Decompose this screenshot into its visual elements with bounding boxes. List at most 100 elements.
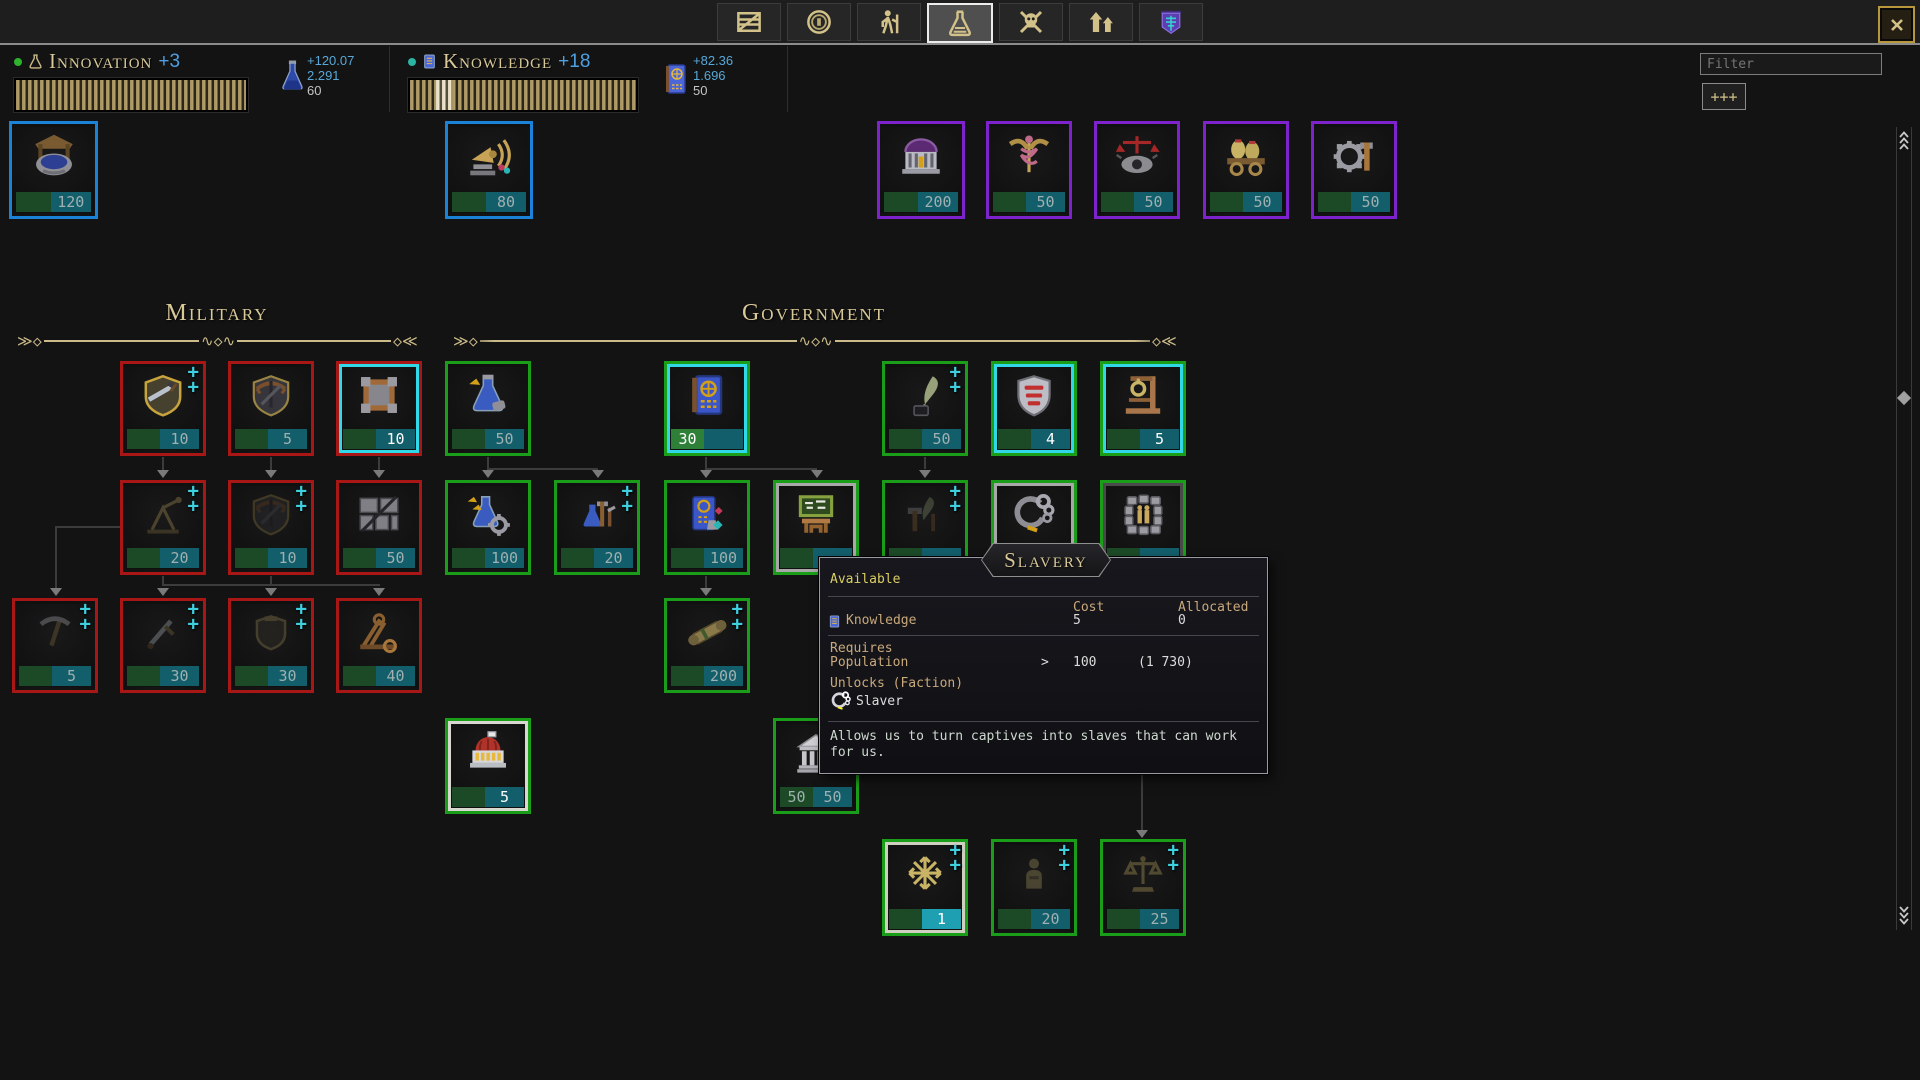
cost-value-segment: 5 — [485, 787, 524, 807]
cost-value-segment: 10 — [160, 429, 199, 449]
toolbar-button-advancement[interactable] — [1069, 3, 1133, 41]
allocate-plus-icon[interactable]: ++ — [80, 602, 91, 632]
allocate-plus-icon[interactable]: ++ — [732, 602, 743, 632]
tech-node-codified-law[interactable]: 30 — [664, 361, 750, 456]
expand-all-button[interactable]: +++ — [1702, 83, 1746, 110]
tech-node-writing[interactable]: ++ 50 — [882, 361, 968, 456]
requirement-value: 100 — [1073, 655, 1096, 670]
connector-arrow — [157, 588, 169, 596]
allocate-plus-icon[interactable]: ++ — [1059, 843, 1070, 873]
knowledge-stock: 1.696 — [693, 68, 733, 83]
tech-node-shield-sword[interactable]: ++ 10 — [120, 361, 206, 456]
decrees-icon — [682, 607, 732, 657]
toolbar-button-military[interactable] — [999, 3, 1063, 41]
tech-node-shield[interactable]: ++ 30 — [228, 598, 314, 693]
triple-chevron-down-icon[interactable] — [1897, 905, 1911, 927]
section-ornament: ∿◇∿ — [199, 331, 237, 351]
knowledge-per-turn: +82.36 — [693, 53, 733, 68]
tech-node-stone-wall[interactable]: 50 — [336, 480, 422, 575]
requirement-op: > — [1041, 655, 1049, 670]
handcuffs-icon — [828, 689, 854, 713]
traveler-icon — [874, 7, 904, 37]
triple-chevron-up-icon[interactable] — [1897, 129, 1911, 151]
allocate-plus-icon[interactable]: ++ — [188, 602, 199, 632]
alchemy-icon — [463, 370, 513, 420]
tech-node-decrees[interactable]: ++200 — [664, 598, 750, 693]
filter-input[interactable] — [1700, 53, 1882, 75]
tech-node-taxation[interactable]: ++25 — [1100, 839, 1186, 936]
allocate-plus-icon[interactable]: ++ — [950, 484, 961, 514]
tech-node-executions[interactable]: 5 — [1100, 361, 1186, 456]
cost-value-segment: 5 — [52, 666, 91, 686]
tech-node-horn[interactable]: 80 — [445, 121, 533, 219]
connector-arrow — [811, 470, 823, 478]
tech-node-capitol[interactable]: 5 — [445, 718, 531, 814]
allocate-plus-icon[interactable]: ++ — [296, 602, 307, 632]
close-button[interactable] — [1878, 6, 1915, 43]
cost-bar: 30 — [671, 429, 743, 449]
cost-allocated-segment — [343, 429, 376, 449]
caduceus-icon — [1004, 130, 1054, 180]
tech-node-heraldry[interactable]: 4 — [991, 361, 1077, 456]
cost-bar: 30 — [127, 666, 199, 686]
allocate-plus-icon[interactable]: ++ — [1168, 843, 1179, 873]
tech-node-catapult[interactable]: 40 — [336, 598, 422, 693]
cart-icon — [1221, 130, 1271, 180]
cost-allocated-segment — [452, 429, 485, 449]
tooltip-description: Allows us to turn captives into slaves t… — [830, 729, 1257, 761]
imprisonment-icon — [1118, 489, 1168, 539]
tech-node-sword[interactable]: ++ 30 — [120, 598, 206, 693]
connector-line — [55, 526, 57, 588]
tech-node-cart[interactable]: 50 — [1203, 121, 1289, 219]
toolbar-button-economy[interactable] — [787, 3, 851, 41]
allocate-plus-icon[interactable]: ++ — [950, 843, 961, 873]
cost-bar: 100 — [671, 548, 743, 568]
tech-node-festival[interactable]: ++1 — [882, 839, 968, 936]
knowledge-cap: 50 — [693, 83, 733, 98]
cost-value-segment: 50 — [922, 429, 961, 449]
capitol-icon — [463, 727, 513, 777]
tech-node-temple[interactable]: 200 — [877, 121, 965, 219]
scrollbar-thumb[interactable] — [1897, 391, 1911, 405]
tech-node-gear-hammer[interactable]: 50 — [1311, 121, 1397, 219]
cost-allocated-segment — [343, 548, 376, 568]
tech-node-adv-alchemy[interactable]: 100 — [445, 480, 531, 575]
cost-value-segment: 5 — [1140, 429, 1179, 449]
toolbar-button-factions[interactable] — [1139, 3, 1203, 41]
slavery-tooltip: Available Cost Allocated Knowledge 5 0 R… — [819, 557, 1268, 774]
cost-bar: 10 — [127, 429, 199, 449]
tech-node-caduceus[interactable]: 50 — [986, 121, 1072, 219]
tech-node-alchemy[interactable]: 50 — [445, 361, 531, 456]
toolbar-button-research[interactable] — [927, 3, 993, 43]
cost-bar: 50 — [1318, 192, 1390, 212]
tech-node-scholarship[interactable]: 100 — [664, 480, 750, 575]
tech-node-census[interactable]: ++20 — [991, 839, 1077, 936]
tooltip-status: Available — [830, 572, 900, 587]
cost-allocated-segment — [780, 548, 813, 568]
innovation-stock: 2.291 — [307, 68, 354, 83]
census-icon — [1009, 848, 1059, 898]
connector-line — [487, 468, 598, 470]
section-ornament: ∿◇∿ — [797, 331, 835, 351]
allocate-plus-icon[interactable]: ++ — [188, 365, 199, 395]
allocate-plus-icon[interactable]: ++ — [188, 484, 199, 514]
tech-node-pickaxe[interactable]: ++ 5 — [12, 598, 98, 693]
tech-node-eye-scales[interactable]: 50 — [1094, 121, 1180, 219]
tech-node-shield-crossbow-2[interactable]: ++10 — [228, 480, 314, 575]
allocate-plus-icon[interactable]: ++ — [296, 484, 307, 514]
cost-bar: 30 — [235, 666, 307, 686]
tech-node-well[interactable]: 120 — [9, 121, 98, 219]
allocate-plus-icon[interactable]: ++ — [622, 484, 633, 514]
cost-value-segment: 120 — [51, 192, 92, 212]
tech-node-palisade[interactable]: 10 — [336, 361, 422, 456]
cost-bar: 50 — [343, 548, 415, 568]
section-title-government: Government — [742, 300, 886, 327]
toolbar-button-population[interactable] — [857, 3, 921, 41]
vertical-scrollbar[interactable] — [1896, 127, 1912, 930]
tech-node-siege-frame[interactable]: ++20 — [120, 480, 206, 575]
toolbar-button-logistics[interactable] — [717, 3, 781, 41]
tech-node-tool-research[interactable]: ++20 — [554, 480, 640, 575]
allocate-plus-icon[interactable]: ++ — [950, 365, 961, 395]
tech-node-shield-crossbow[interactable]: 5 — [228, 361, 314, 456]
cost-bar: 40 — [343, 666, 415, 686]
